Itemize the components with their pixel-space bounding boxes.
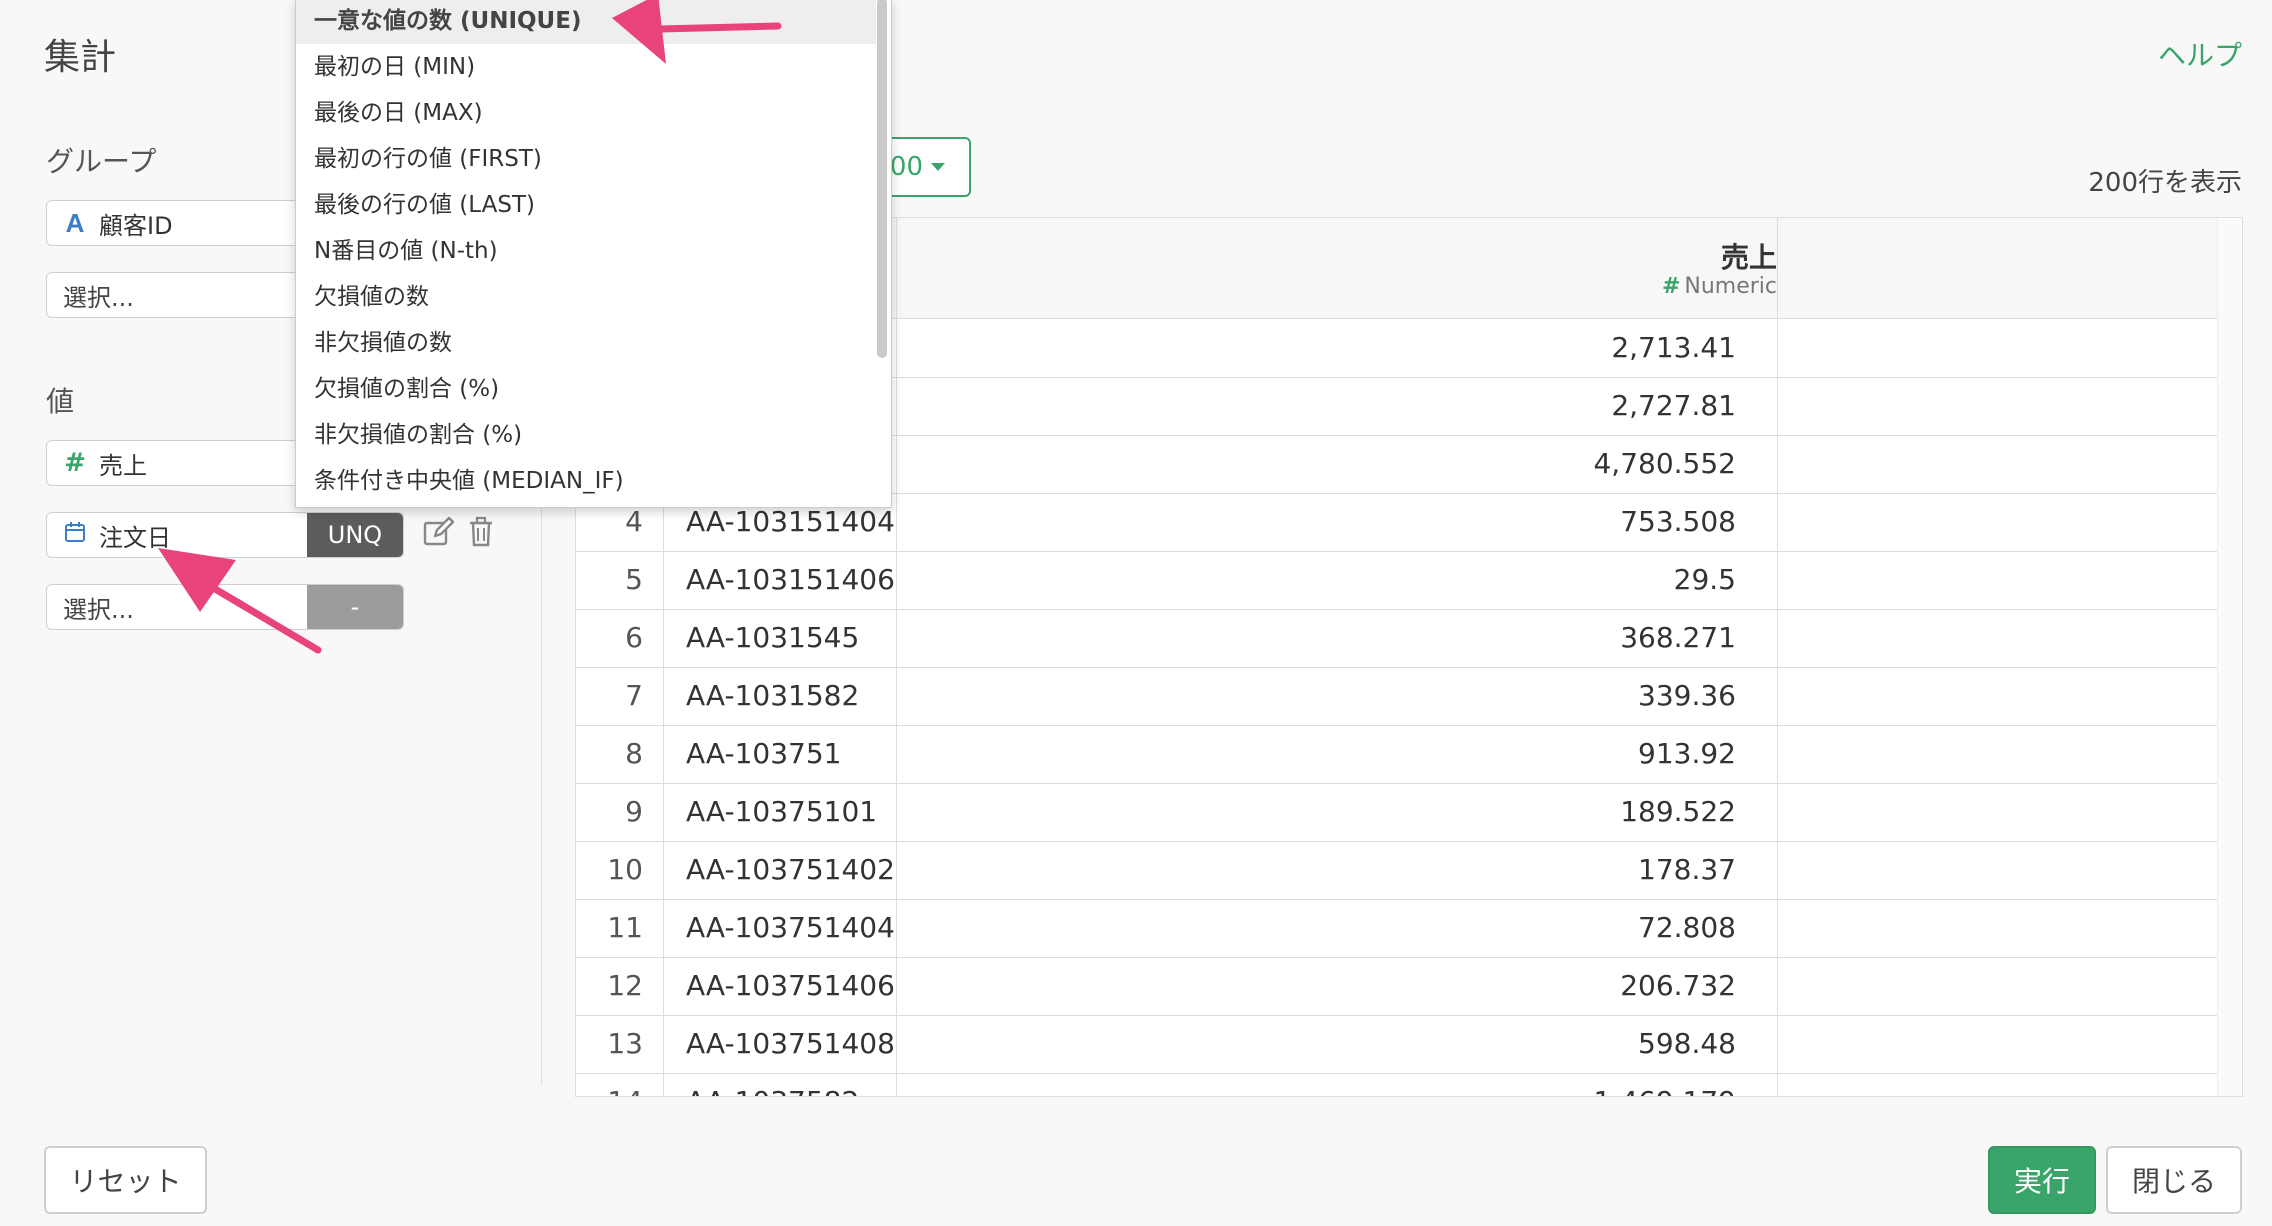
- row-index: 12: [607, 969, 643, 1002]
- run-button[interactable]: 実行: [1988, 1146, 2096, 1214]
- column-header-type: # Numeric: [1662, 274, 1777, 299]
- sales-cell: 2,727.81: [1611, 389, 1736, 422]
- help-link[interactable]: ヘルプ: [2158, 34, 2242, 74]
- customer-id-cell: AA-103151406: [686, 563, 895, 596]
- customer-id-cell: AA-103751406: [686, 969, 895, 1002]
- trash-icon[interactable]: [468, 516, 494, 555]
- page-title: 集計: [44, 37, 117, 78]
- row-index: 7: [625, 679, 643, 712]
- customer-id-cell: AA-1031545: [686, 621, 860, 654]
- row-index: 13: [607, 1027, 643, 1060]
- table-row: 7 AA-1031582 339.36: [576, 667, 2218, 726]
- row-index: 11: [607, 911, 643, 944]
- table-row: 5 AA-103151406 29.5: [576, 551, 2218, 610]
- dropdown-item[interactable]: 最初の日 (MIN): [296, 44, 876, 90]
- edit-icon[interactable]: [422, 516, 455, 555]
- sales-cell: 4,780.552: [1593, 447, 1736, 480]
- table-row: 13 AA-103751408 598.48: [576, 1015, 2218, 1074]
- rows-shown-text: 200行を表示: [2088, 168, 2242, 198]
- row-index: 6: [625, 621, 643, 654]
- table-row: 14 AA-1037582 1,469.179: [576, 1073, 2218, 1096]
- sales-cell: 339.36: [1638, 679, 1736, 712]
- table-row: 8 AA-103751 913.92: [576, 725, 2218, 784]
- dropdown-item[interactable]: 条件付き中央値 (MEDIAN_IF): [296, 458, 876, 504]
- table-row: 9 AA-10375101 189.522: [576, 783, 2218, 842]
- row-index: 14: [576, 1073, 663, 1096]
- customer-id-cell: AA-103751402: [686, 853, 895, 886]
- aggregation-dropdown: 一意な値の数 (UNIQUE) 最初の日 (MIN) 最後の日 (MAX) 最初の行の…: [295, 0, 892, 508]
- sales-cell: 598.48: [1638, 1027, 1736, 1060]
- aggregation-selector[interactable]: UNQ: [307, 513, 403, 557]
- sales-cell: 29.5: [1673, 563, 1736, 596]
- dropdown-item[interactable]: 最後の行の値 (LAST): [296, 182, 876, 228]
- caret-down-icon: [931, 163, 945, 171]
- row-index: 10: [607, 853, 643, 886]
- customer-id-cell: AA-1037582: [686, 1073, 859, 1096]
- row-index: 5: [625, 563, 643, 596]
- text-type-icon: A: [65, 207, 85, 238]
- dropdown-item[interactable]: 非欠損値の数: [296, 320, 876, 366]
- dropdown-item[interactable]: 非欠損値の割合 (%): [296, 412, 876, 458]
- dropdown-scrollbar[interactable]: [877, 0, 887, 358]
- numeric-type-icon: #: [1661, 274, 1681, 299]
- row-index: 9: [625, 795, 643, 828]
- value-select[interactable]: 選択... -: [46, 584, 404, 630]
- dropdown-item[interactable]: 欠損値の割合 (%): [296, 366, 876, 412]
- calendar-icon: [61, 520, 89, 550]
- dropdown-item[interactable]: 最初の行の値 (FIRST): [296, 136, 876, 182]
- table-row: 11 AA-103751404 72.808: [576, 899, 2218, 958]
- customer-id-cell: AA-103751404: [686, 911, 895, 944]
- table-scrollbar[interactable]: [2217, 218, 2242, 1096]
- dropdown-item[interactable]: 最後の日 (MAX): [296, 90, 876, 136]
- numeric-type-icon: #: [64, 448, 86, 478]
- aggregation-selector-disabled[interactable]: -: [307, 585, 403, 629]
- sales-cell: 72.808: [1638, 911, 1736, 944]
- customer-id-cell: AA-10375101: [686, 795, 878, 828]
- sales-cell: 368.271: [1620, 621, 1736, 654]
- table-row: 6 AA-1031545 368.271: [576, 609, 2218, 668]
- dropdown-item[interactable]: 一意な値の数 (UNIQUE): [296, 0, 876, 44]
- group-select-placeholder: 選択...: [63, 283, 134, 312]
- value-field-label: 注文日: [99, 523, 171, 552]
- row-index: 8: [625, 737, 643, 770]
- reset-button[interactable]: リセット: [44, 1146, 207, 1214]
- table-row: 12 AA-103751406 206.732: [576, 957, 2218, 1016]
- close-button[interactable]: 閉じる: [2106, 1146, 2242, 1214]
- sales-cell: 2,713.41: [1611, 331, 1736, 364]
- table-row: 10 AA-103751402 178.37: [576, 841, 2218, 900]
- dropdown-item[interactable]: N番目の値 (N-th): [296, 228, 876, 274]
- sales-cell: 206.732: [1620, 969, 1736, 1002]
- sales-cell: 178.37: [1638, 853, 1736, 886]
- column-header-name[interactable]: 売上: [1721, 236, 1777, 276]
- customer-id-cell: AA-103751408: [686, 1027, 895, 1060]
- values-section-label: 値: [46, 385, 75, 418]
- column-type-label: Numeric: [1684, 274, 1777, 299]
- column-divider: [896, 218, 897, 1096]
- customer-id-cell: AA-1031582: [686, 679, 860, 712]
- value-select-placeholder: 選択...: [63, 595, 134, 624]
- column-divider: [1777, 218, 1778, 1096]
- sales-cell: 913.92: [1638, 737, 1736, 770]
- sales-cell: 753.508: [1620, 505, 1736, 538]
- row-count-label: 00: [889, 152, 923, 182]
- customer-id-cell: AA-103751: [686, 737, 842, 770]
- dropdown-item[interactable]: 欠損値の数: [296, 274, 876, 320]
- group-section-label: グループ: [46, 145, 157, 178]
- sales-cell: 189.522: [1620, 795, 1736, 828]
- value-field-order-date[interactable]: 注文日 UNQ: [46, 512, 404, 558]
- sales-cell: 1,469.179: [896, 1073, 1756, 1096]
